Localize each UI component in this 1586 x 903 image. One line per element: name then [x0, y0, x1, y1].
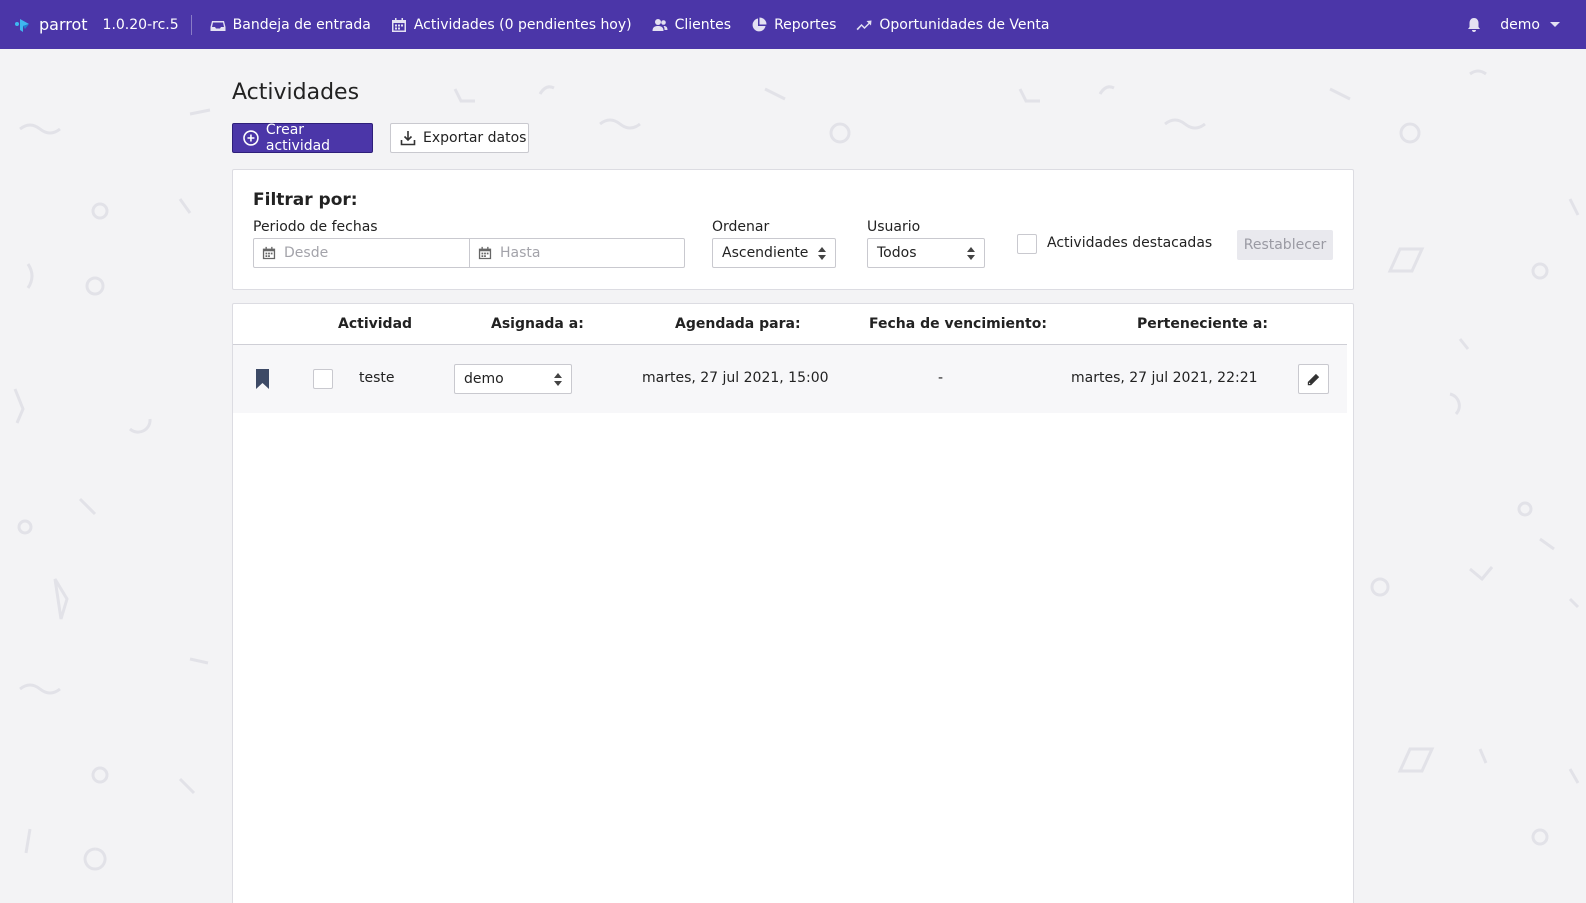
date-range-label: Periodo de fechas — [253, 219, 378, 235]
date-range: Desde Hasta — [253, 238, 685, 268]
user-filter-label: Usuario — [867, 219, 921, 235]
users-icon — [652, 18, 668, 31]
edit-activity-button[interactable] — [1298, 364, 1329, 394]
nav-item-opportunities[interactable]: Oportunidades de Venta — [846, 0, 1059, 49]
filter-panel: Filtrar por: Periodo de fechas Desde Has… — [232, 169, 1354, 290]
download-icon — [400, 131, 416, 146]
order-select[interactable]: Ascendiente — [712, 238, 836, 268]
select-arrows-icon — [967, 247, 975, 260]
date-from-input[interactable]: Desde — [254, 239, 469, 267]
nav-item-label: Actividades (0 pendientes hoy) — [413, 16, 632, 33]
nav-item-label: Reportes — [774, 16, 837, 33]
date-from-placeholder: Desde — [284, 245, 329, 261]
chevron-down-icon — [1550, 22, 1560, 27]
nav-item-activities[interactable]: Actividades (0 pendientes hoy) — [381, 0, 642, 49]
user-menu[interactable]: demo — [1500, 17, 1560, 33]
trend-up-icon — [856, 20, 872, 30]
plus-circle-icon — [243, 130, 259, 146]
table-row: teste demo martes, 27 jul 2021, 15:00 - … — [233, 345, 1347, 413]
export-data-button[interactable]: Exportar datos — [390, 123, 529, 153]
reset-filters-button[interactable]: Restablecer — [1237, 230, 1333, 260]
column-header-due-date[interactable]: Fecha de vencimiento: — [869, 316, 1047, 332]
activity-name[interactable]: teste — [359, 370, 395, 386]
create-activity-button[interactable]: Crear actividad — [232, 122, 373, 154]
nav-item-label: Clientes — [674, 16, 732, 33]
assigned-user-value: demo — [464, 371, 504, 387]
notifications-bell-icon[interactable] — [1466, 17, 1482, 33]
featured-activities-checkbox[interactable] — [1017, 234, 1037, 254]
nav-item-label: Oportunidades de Venta — [879, 16, 1050, 33]
page-title: Actividades — [232, 80, 360, 105]
select-arrows-icon — [818, 247, 826, 260]
user-select[interactable]: Todos — [867, 238, 985, 268]
parrot-logo-icon — [15, 18, 29, 32]
select-arrows-icon — [554, 373, 562, 386]
filter-title: Filtrar por: — [253, 190, 358, 210]
column-header-assigned[interactable]: Asignada a: — [491, 316, 584, 332]
main-nav: Bandeja de entrada Actividades (0 pendie… — [200, 0, 1060, 49]
inbox-icon — [210, 20, 226, 31]
column-header-belongs-to[interactable]: Perteneciente a: — [1137, 316, 1268, 332]
belongs-to-date: martes, 27 jul 2021, 22:21 — [1071, 370, 1258, 386]
top-navbar: parrot 1.0.20-rc.5 Bandeja de entrada Ac… — [0, 0, 1586, 49]
calendar-icon — [391, 17, 406, 32]
order-label: Ordenar — [712, 219, 770, 235]
pencil-icon — [1307, 373, 1320, 385]
user-select-value: Todos — [877, 245, 917, 261]
pie-chart-icon — [752, 17, 767, 31]
column-header-activity[interactable]: Actividad — [338, 316, 412, 332]
export-data-label: Exportar datos — [423, 130, 527, 146]
assigned-user-select[interactable]: demo — [454, 364, 572, 394]
nav-item-inbox[interactable]: Bandeja de entrada — [200, 0, 381, 49]
nav-right: demo — [1466, 0, 1560, 49]
table-header: Actividad Asignada a: Agendada para: Fec… — [233, 304, 1347, 345]
nav-item-label: Bandeja de entrada — [232, 16, 371, 33]
create-activity-label: Crear actividad — [265, 122, 331, 154]
activities-table: Actividad Asignada a: Agendada para: Fec… — [232, 303, 1354, 903]
nav-item-reports[interactable]: Reportes — [741, 0, 846, 49]
calendar-icon — [262, 246, 276, 260]
user-name: demo — [1500, 16, 1540, 33]
date-to-placeholder: Hasta — [500, 245, 541, 261]
brand[interactable]: parrot — [14, 0, 88, 49]
order-select-value: Ascendiente — [722, 245, 809, 261]
column-header-scheduled[interactable]: Agendada para: — [675, 316, 801, 332]
due-date: - — [938, 370, 944, 386]
bookmark-icon[interactable] — [256, 369, 269, 389]
app-version: 1.0.20-rc.5 — [103, 14, 192, 35]
brand-name: parrot — [39, 15, 88, 34]
row-select-checkbox[interactable] — [313, 369, 333, 389]
nav-item-clients[interactable]: Clientes — [642, 0, 741, 49]
calendar-icon — [478, 246, 492, 260]
scheduled-date: martes, 27 jul 2021, 15:00 — [642, 370, 829, 386]
featured-activities-label: Actividades destacadas — [1047, 235, 1213, 251]
date-to-input[interactable]: Hasta — [469, 239, 684, 267]
